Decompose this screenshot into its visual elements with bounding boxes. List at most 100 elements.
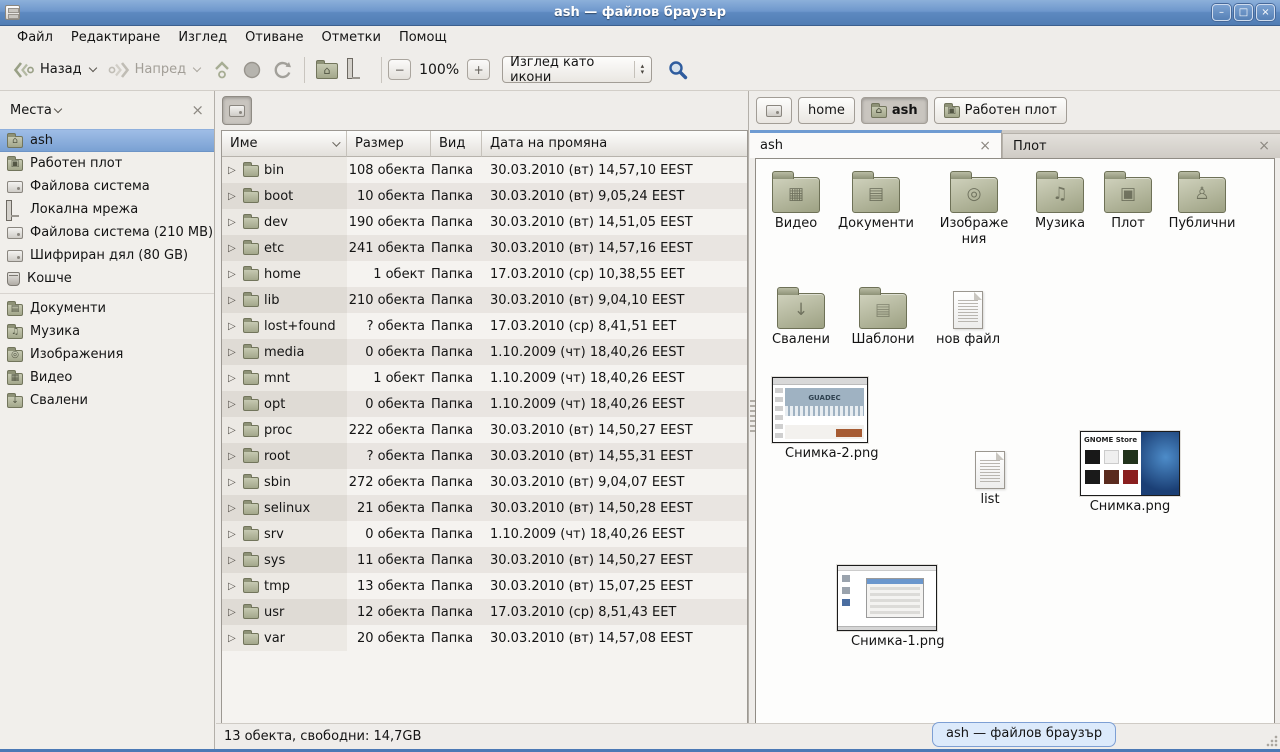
sidebar-item-pictures[interactable]: ◎ Изображения — [0, 343, 214, 366]
table-row-bin[interactable]: ▷bin108 обектаПапка30.03.2010 (вт) 14,57… — [222, 157, 747, 183]
table-row-dev[interactable]: ▷dev190 обектаПапка30.03.2010 (вт) 14,51… — [222, 209, 747, 235]
expander-icon[interactable]: ▷ — [228, 477, 238, 488]
expander-icon[interactable]: ▷ — [228, 217, 238, 228]
search-button[interactable] — [664, 56, 692, 84]
table-row-tmp[interactable]: ▷tmp13 обектаПапка30.03.2010 (вт) 15,07,… — [222, 573, 747, 599]
reload-button[interactable] — [267, 56, 298, 84]
expander-icon[interactable]: ▷ — [228, 373, 238, 384]
expander-icon[interactable]: ▷ — [228, 347, 238, 358]
sidebar-item-desktop[interactable]: ▣ Работен плот — [0, 152, 214, 175]
menu-edit[interactable]: Редактиране — [62, 27, 169, 48]
expander-icon[interactable]: ▷ — [228, 451, 238, 462]
view-mode-select[interactable]: Изглед като икони ▴▾ — [502, 56, 652, 83]
sidebar-item-trash[interactable]: Кошче — [0, 267, 214, 290]
maximize-button[interactable]: □ — [1234, 4, 1253, 21]
column-header-size[interactable]: Размер — [347, 131, 431, 157]
icon-view[interactable]: ▦ Видео ▤ Документи ◎ Изображения ♫ Музи… — [755, 158, 1275, 723]
expander-icon[interactable]: ▷ — [228, 399, 238, 410]
sidebar-item-home[interactable]: ⌂ ash — [0, 129, 214, 152]
breadcrumb-home-button[interactable]: home — [798, 97, 855, 124]
table-row-sbin[interactable]: ▷sbin272 обектаПапка30.03.2010 (вт) 9,04… — [222, 469, 747, 495]
sidebar-item-music[interactable]: ♫ Музика — [0, 320, 214, 343]
minimize-button[interactable]: – — [1212, 4, 1231, 21]
table-row-sys[interactable]: ▷sys11 обектаПапка30.03.2010 (вт) 14,50,… — [222, 547, 747, 573]
expander-icon[interactable]: ▷ — [228, 269, 238, 280]
table-row-media[interactable]: ▷media0 обектаПапка1.10.2009 (чт) 18,40,… — [222, 339, 747, 365]
expander-icon[interactable]: ▷ — [228, 425, 238, 436]
computer-button[interactable] — [343, 57, 375, 82]
icon-item-desktop[interactable]: ▣ Плот — [1090, 169, 1166, 232]
sidebar-close-icon[interactable]: × — [191, 101, 204, 119]
tab-close-icon[interactable]: × — [979, 138, 991, 154]
close-button[interactable]: × — [1256, 4, 1275, 21]
expander-icon[interactable]: ▷ — [228, 633, 238, 644]
tab-ash[interactable]: ash × — [750, 130, 1002, 158]
sidebar-item-video[interactable]: ▦ Видео — [0, 366, 214, 389]
pane-splitter[interactable] — [750, 400, 755, 434]
expander-icon[interactable]: ▷ — [228, 555, 238, 566]
up-button[interactable] — [207, 56, 237, 84]
column-header-type[interactable]: Вид — [431, 131, 482, 157]
breadcrumb-desktop-button[interactable]: ▣ Работен плот — [934, 97, 1067, 124]
expander-icon[interactable]: ▷ — [228, 165, 238, 176]
tab-plot[interactable]: Плот × — [1002, 133, 1280, 158]
icon-item-video[interactable]: ▦ Видео — [758, 169, 834, 232]
table-row-root[interactable]: ▷root? обектаПапка30.03.2010 (вт) 14,55,… — [222, 443, 747, 469]
menu-help[interactable]: Помощ — [390, 27, 456, 48]
expander-icon[interactable]: ▷ — [228, 295, 238, 306]
back-button[interactable]: Назад — [8, 57, 103, 83]
zoom-in-button[interactable]: + — [467, 59, 490, 80]
titlebar[interactable]: ash — файлов браузър – □ × — [0, 0, 1280, 26]
zoom-out-button[interactable]: − — [388, 59, 411, 80]
expander-icon[interactable]: ▷ — [228, 581, 238, 592]
expander-icon[interactable]: ▷ — [228, 503, 238, 514]
sidebar-item-encrypted-80gb[interactable]: Шифриран дял (80 GB) — [0, 244, 214, 267]
table-row-usr[interactable]: ▷usr12 обектаПапка17.03.2010 (ср) 8,51,4… — [222, 599, 747, 625]
icon-item-snimka1[interactable]: Снимка-1.png — [837, 565, 937, 650]
table-row-etc[interactable]: ▷etc241 обектаПапка30.03.2010 (вт) 14,57… — [222, 235, 747, 261]
table-row-lost-found[interactable]: ▷lost+found? обектаПапка17.03.2010 (ср) … — [222, 313, 747, 339]
icon-item-documents[interactable]: ▤ Документи — [838, 169, 914, 232]
icon-item-public[interactable]: ♙ Публични — [1164, 169, 1240, 232]
table-row-srv[interactable]: ▷srv0 обектаПапка1.10.2009 (чт) 18,40,26… — [222, 521, 747, 547]
table-row-selinux[interactable]: ▷selinux21 обектаПапка30.03.2010 (вт) 14… — [222, 495, 747, 521]
menu-go[interactable]: Отиване — [236, 27, 312, 48]
icon-item-new-file[interactable]: нов файл — [930, 285, 1006, 348]
icon-item-snimka[interactable]: GNOME Store Снимка.png — [1080, 431, 1180, 515]
menu-view[interactable]: Изглед — [169, 27, 236, 48]
stop-button[interactable] — [237, 56, 267, 84]
sidebar-item-filesystem[interactable]: Файлова система — [0, 175, 214, 198]
table-row-proc[interactable]: ▷proc222 обектаПапка30.03.2010 (вт) 14,5… — [222, 417, 747, 443]
table-row-boot[interactable]: ▷boot10 обектаПапка30.03.2010 (вт) 9,05,… — [222, 183, 747, 209]
tab-close-icon[interactable]: × — [1258, 138, 1270, 154]
expander-icon[interactable]: ▷ — [228, 529, 238, 540]
sidebar-selector-chevron-icon[interactable] — [54, 104, 62, 112]
expander-icon[interactable]: ▷ — [228, 191, 238, 202]
sidebar-title[interactable]: Места — [10, 103, 52, 118]
sidebar-item-downloads[interactable]: ↓ Свалени — [0, 389, 214, 412]
expander-icon[interactable]: ▷ — [228, 607, 238, 618]
icon-item-music[interactable]: ♫ Музика — [1022, 169, 1098, 232]
menu-file[interactable]: Файл — [8, 27, 62, 48]
resize-grip[interactable] — [1266, 735, 1278, 747]
sidebar-item-network[interactable]: Локална мрежа — [0, 198, 214, 221]
menu-bookmarks[interactable]: Отметки — [312, 27, 389, 48]
home-button[interactable]: ⌂ — [311, 57, 343, 83]
table-row-opt[interactable]: ▷opt0 обектаПапка1.10.2009 (чт) 18,40,26… — [222, 391, 747, 417]
table-row-lib[interactable]: ▷lib210 обектаПапка30.03.2010 (вт) 9,04,… — [222, 287, 747, 313]
column-header-name[interactable]: Име — [222, 131, 347, 157]
forward-dropdown-icon[interactable] — [193, 64, 201, 72]
table-row-var[interactable]: ▷var20 обектаПапка30.03.2010 (вт) 14,57,… — [222, 625, 747, 651]
sidebar-item-filesystem-210mb[interactable]: Файлова система (210 MB) — [0, 221, 214, 244]
icon-item-templates[interactable]: ▤ Шаблони — [845, 285, 921, 348]
breadcrumb-root-button[interactable] — [756, 97, 792, 124]
column-header-date[interactable]: Дата на промяна — [482, 131, 747, 157]
root-location-button[interactable] — [222, 96, 252, 125]
icon-item-pictures[interactable]: ◎ Изображения — [936, 169, 1012, 249]
icon-item-snimka2[interactable]: GUADEC Снимка-2.png — [771, 377, 869, 462]
icon-item-list[interactable]: list — [952, 445, 1028, 508]
back-dropdown-icon[interactable] — [88, 64, 96, 72]
expander-icon[interactable]: ▷ — [228, 243, 238, 254]
table-row-home[interactable]: ▷home1 обектПапка17.03.2010 (ср) 10,38,5… — [222, 261, 747, 287]
sidebar-item-documents[interactable]: ▤ Документи — [0, 297, 214, 320]
